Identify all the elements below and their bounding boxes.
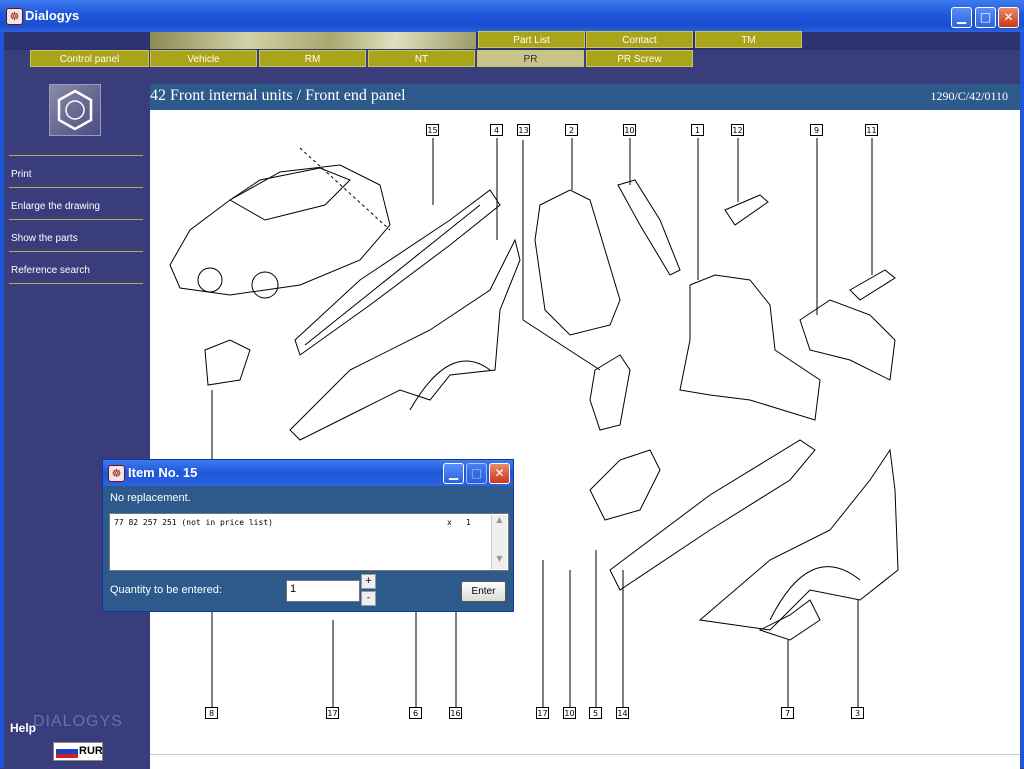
quantity-label: Quantity to be entered: bbox=[110, 584, 222, 596]
callout-17[interactable]: 17 bbox=[536, 707, 549, 719]
callout-11[interactable]: 11 bbox=[865, 124, 878, 136]
callout-1[interactable]: 1 bbox=[691, 124, 704, 136]
callout-4[interactable]: 4 bbox=[490, 124, 503, 136]
currency-selector[interactable]: RUR bbox=[53, 742, 103, 761]
callout-17[interactable]: 17 bbox=[326, 707, 339, 719]
hex-bolt-icon bbox=[49, 84, 101, 136]
russia-flag-icon bbox=[56, 745, 78, 758]
callout-3[interactable]: 3 bbox=[851, 707, 864, 719]
maximize-button[interactable]: □ bbox=[975, 7, 996, 28]
scroll-up-icon[interactable]: ▲ bbox=[492, 515, 507, 528]
menu-divider bbox=[9, 283, 143, 284]
callout-5[interactable]: 5 bbox=[589, 707, 602, 719]
menu-divider bbox=[9, 251, 143, 252]
menu-print[interactable]: Print bbox=[11, 169, 32, 180]
dialog-maximize-button[interactable]: □ bbox=[466, 463, 487, 484]
menu-enlarge-drawing[interactable]: Enlarge the drawing bbox=[11, 201, 100, 212]
list-scrollbar[interactable]: ▲ ▼ bbox=[491, 515, 507, 569]
app-icon: ☸ bbox=[6, 8, 23, 25]
dialog-minimize-button[interactable]: ▁ bbox=[443, 463, 464, 484]
callout-10[interactable]: 10 bbox=[623, 124, 636, 136]
quantity-multiplier: x bbox=[447, 518, 452, 527]
replacement-message: No replacement. bbox=[110, 492, 191, 504]
tab-tm[interactable]: TM bbox=[695, 31, 802, 48]
page-title: 42 Front internal units / Front end pane… bbox=[150, 87, 406, 104]
callout-7[interactable]: 7 bbox=[781, 707, 794, 719]
app-icon: ☸ bbox=[108, 465, 125, 482]
title-bar: ☸ Dialogys ▁ □ ✕ bbox=[0, 0, 1024, 32]
quantity-increment-button[interactable]: + bbox=[361, 574, 376, 589]
callout-10[interactable]: 10 bbox=[563, 707, 576, 719]
status-bar bbox=[150, 754, 1020, 769]
minimize-button[interactable]: ▁ bbox=[951, 7, 972, 28]
callout-13[interactable]: 13 bbox=[517, 124, 530, 136]
currency-code: RUR bbox=[79, 745, 103, 757]
tab-pr-screw[interactable]: PR Screw bbox=[586, 50, 693, 67]
parts-illustration bbox=[169, 138, 899, 707]
quantity-decrement-button[interactable]: - bbox=[361, 591, 376, 606]
part-reference[interactable]: 77 82 257 251 (not in price list) bbox=[114, 518, 273, 527]
tab-nt[interactable]: NT bbox=[368, 50, 475, 67]
tab-part-list[interactable]: Part List bbox=[478, 31, 585, 48]
parts-drawing[interactable] bbox=[150, 110, 1020, 754]
callout-6[interactable]: 6 bbox=[409, 707, 422, 719]
quantity-input[interactable]: 1 bbox=[286, 580, 360, 602]
menu-reference-search[interactable]: Reference search bbox=[11, 265, 90, 276]
callout-12[interactable]: 12 bbox=[731, 124, 744, 136]
brand-logo: DIALOGYS bbox=[33, 713, 123, 730]
callout-9[interactable]: 9 bbox=[810, 124, 823, 136]
enter-button[interactable]: Enter bbox=[461, 581, 506, 602]
menu-divider bbox=[9, 187, 143, 188]
item-dialog: ☸ Item No. 15 ▁ □ ✕ No replacement. 77 8… bbox=[102, 459, 514, 612]
dialog-title-bar: ☸ Item No. 15 ▁ □ ✕ bbox=[103, 460, 513, 486]
callout-2[interactable]: 2 bbox=[565, 124, 578, 136]
callout-16[interactable]: 16 bbox=[449, 707, 462, 719]
callout-8[interactable]: 8 bbox=[205, 707, 218, 719]
window-frame-right bbox=[1020, 32, 1024, 768]
menu-divider bbox=[9, 155, 143, 156]
quantity-value: 1 bbox=[466, 518, 471, 527]
dialog-close-button[interactable]: ✕ bbox=[489, 463, 510, 484]
close-button[interactable]: ✕ bbox=[998, 7, 1019, 28]
header-decoration bbox=[150, 32, 476, 49]
menu-divider bbox=[9, 219, 143, 220]
drawing-reference: 1290/C/42/0110 bbox=[930, 89, 1008, 103]
callout-14[interactable]: 14 bbox=[616, 707, 629, 719]
part-list-box[interactable]: 77 82 257 251 (not in price list) x 1 ▲ … bbox=[109, 513, 509, 571]
tab-vehicle[interactable]: Vehicle bbox=[150, 50, 257, 67]
dialog-title: Item No. 15 bbox=[128, 465, 198, 480]
tab-control-panel[interactable]: Control panel bbox=[30, 50, 149, 67]
tab-rm[interactable]: RM bbox=[259, 50, 366, 67]
callout-15[interactable]: 15 bbox=[426, 124, 439, 136]
menu-show-parts[interactable]: Show the parts bbox=[11, 233, 78, 244]
tab-contact[interactable]: Contact bbox=[586, 31, 693, 48]
tab-pr[interactable]: PR bbox=[477, 50, 584, 67]
scroll-down-icon[interactable]: ▼ bbox=[492, 554, 507, 567]
window-title: Dialogys bbox=[25, 8, 80, 23]
drawing-header: 42 Front internal units / Front end pane… bbox=[150, 84, 1020, 110]
